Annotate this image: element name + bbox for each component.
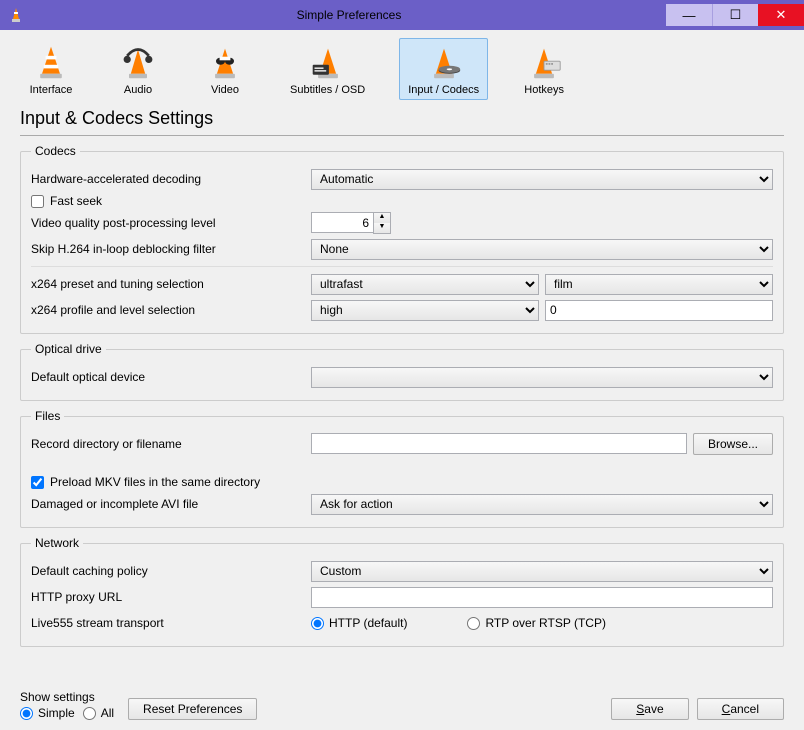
browse-button[interactable]: Browse... [693,433,773,455]
page-title: Input & Codecs Settings [20,108,784,129]
caching-label: Default caching policy [31,564,311,578]
live555-rtp-label[interactable]: RTP over RTSP (TCP) [485,616,605,630]
category-video[interactable]: Video [194,38,256,100]
record-dir-input[interactable] [311,433,687,454]
app-icon [8,7,24,23]
network-group: Network Default caching policy Custom HT… [20,536,784,647]
spinner-up-icon[interactable]: ▲ [374,213,390,223]
category-label: Subtitles / OSD [290,84,365,96]
keyboard-cone-icon [523,44,565,82]
category-label: Interface [30,84,73,96]
x264-tuning-select[interactable]: film [545,274,773,295]
codecs-legend: Codecs [31,144,80,158]
cancel-button[interactable]: Cancel [697,698,784,720]
record-dir-label: Record directory or filename [31,437,311,451]
show-simple-radio[interactable] [20,707,33,720]
video-quality-label: Video quality post-processing level [31,216,311,230]
hw-decoding-select[interactable]: Automatic [311,169,773,190]
optical-device-label: Default optical device [31,370,311,384]
proxy-input[interactable] [311,587,773,608]
category-label: Video [211,84,239,96]
save-button[interactable]: Save [611,698,688,720]
titlebar: Simple Preferences — ☐ ✕ [0,0,804,30]
files-group: Files Record directory or filename Brows… [20,409,784,528]
category-audio[interactable]: Audio [107,38,169,100]
glasses-cone-icon [204,44,246,82]
x264-preset-select[interactable]: ultrafast [311,274,539,295]
live555-rtp-radio[interactable] [467,617,480,630]
optical-group: Optical drive Default optical device [20,342,784,401]
fast-seek-checkbox[interactable] [31,195,44,208]
cone-icon [30,44,72,82]
fast-seek-label[interactable]: Fast seek [50,194,102,208]
optical-device-select[interactable] [311,367,773,388]
category-interface[interactable]: Interface [20,38,82,100]
show-simple-label[interactable]: Simple [38,706,75,720]
minimize-button[interactable]: — [666,4,712,26]
video-quality-spinner[interactable]: ▲ ▼ [311,212,391,234]
skip-h264-label: Skip H.264 in-loop deblocking filter [31,242,311,256]
live555-http-radio[interactable] [311,617,324,630]
headphones-cone-icon [117,44,159,82]
spinner-down-icon[interactable]: ▼ [374,223,390,233]
avi-label: Damaged or incomplete AVI file [31,497,311,511]
x264-profile-select[interactable]: high [311,300,539,321]
footer: Show settings Simple All Reset Preferenc… [0,684,804,730]
proxy-label: HTTP proxy URL [31,590,311,604]
disc-cone-icon [423,44,465,82]
caching-select[interactable]: Custom [311,561,773,582]
category-toolbar: Interface Audio Video Subtitles / OSD In… [0,30,804,104]
category-label: Audio [124,84,152,96]
close-button[interactable]: ✕ [758,4,804,26]
hw-decoding-label: Hardware-accelerated decoding [31,172,311,186]
files-legend: Files [31,409,64,423]
category-label: Input / Codecs [408,84,479,96]
subtitles-cone-icon [307,44,349,82]
window-title: Simple Preferences [32,8,666,22]
category-subtitles[interactable]: Subtitles / OSD [281,38,374,100]
network-legend: Network [31,536,83,550]
category-label: Hotkeys [524,84,564,96]
title-separator [20,135,784,136]
video-quality-input[interactable] [311,212,373,233]
codecs-group: Codecs Hardware-accelerated decoding Aut… [20,144,784,334]
show-settings-title: Show settings [20,690,114,704]
avi-select[interactable]: Ask for action [311,494,773,515]
x264-profile-label: x264 profile and level selection [31,303,311,317]
maximize-button[interactable]: ☐ [712,4,758,26]
x264-preset-label: x264 preset and tuning selection [31,277,311,291]
live555-http-label[interactable]: HTTP (default) [329,616,407,630]
category-hotkeys[interactable]: Hotkeys [513,38,575,100]
show-all-radio[interactable] [83,707,96,720]
preload-mkv-checkbox[interactable] [31,476,44,489]
reset-preferences-button[interactable]: Reset Preferences [128,698,257,720]
show-all-label[interactable]: All [101,706,114,720]
optical-legend: Optical drive [31,342,106,356]
preload-mkv-label[interactable]: Preload MKV files in the same directory [50,475,260,489]
x264-level-input[interactable] [545,300,773,321]
codecs-separator [31,266,773,267]
live555-label: Live555 stream transport [31,616,311,630]
category-input-codecs[interactable]: Input / Codecs [399,38,488,100]
skip-h264-select[interactable]: None [311,239,773,260]
